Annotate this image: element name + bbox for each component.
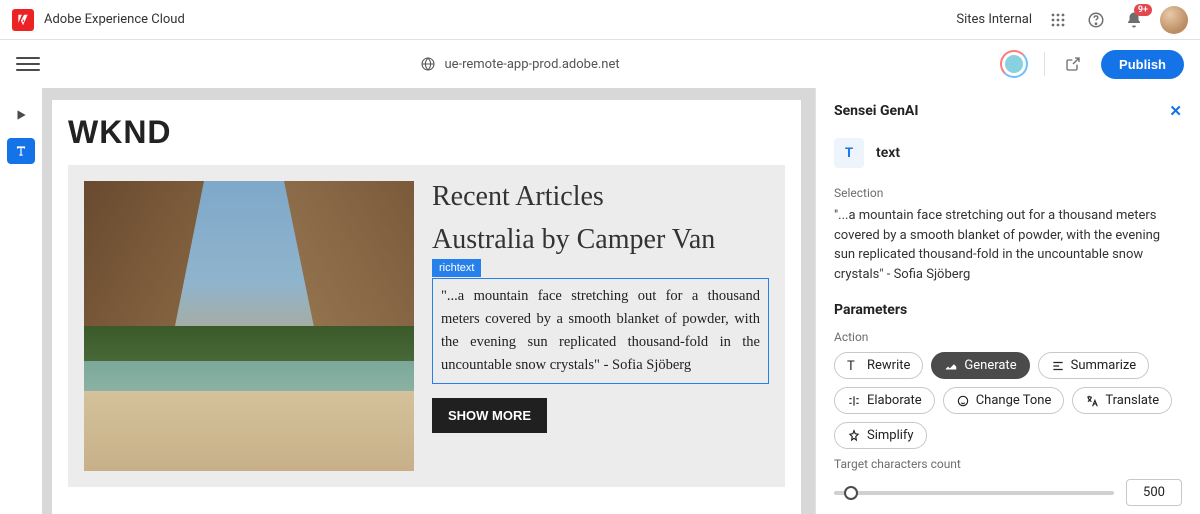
editor-canvas: WKND Recent Articles Australia by Camper…: [42, 88, 815, 514]
content-card: Recent Articles Australia by Camper Van …: [68, 165, 785, 487]
target-count-slider[interactable]: [834, 491, 1114, 495]
article-title: Australia by Camper Van: [432, 223, 769, 257]
selection-heading: Selection: [834, 186, 1182, 200]
preview-play-icon[interactable]: [7, 102, 35, 128]
product-name: Adobe Experience Cloud: [44, 12, 185, 27]
article-body-selected[interactable]: "...a mountain face stretching out for a…: [432, 278, 769, 385]
target-count-input[interactable]: 500: [1126, 479, 1182, 506]
topbar: Adobe Experience Cloud Sites Internal 9+: [0, 0, 1200, 40]
brand-logo-text: WKND: [68, 114, 785, 151]
sites-internal-label[interactable]: Sites Internal: [956, 12, 1032, 27]
component-label: text: [876, 145, 900, 161]
parameters-heading: Parameters: [834, 302, 1182, 318]
target-count-label: Target characters count: [834, 457, 1182, 471]
show-more-button[interactable]: SHOW MORE: [432, 398, 547, 433]
genai-panel: Sensei GenAI ✕ T text Selection "...a mo…: [815, 88, 1200, 514]
action-simplify[interactable]: Simplify: [834, 422, 927, 449]
text-type-icon: T: [834, 138, 864, 168]
hamburger-menu-icon[interactable]: [16, 52, 40, 76]
article-image: [84, 181, 414, 471]
notifications-icon[interactable]: 9+: [1122, 8, 1146, 32]
user-avatar[interactable]: [1160, 6, 1188, 34]
panel-title: Sensei GenAI: [834, 103, 918, 119]
globe-icon: [420, 56, 436, 72]
section-title: Recent Articles: [432, 181, 769, 213]
action-summarize[interactable]: Summarize: [1038, 352, 1150, 379]
richtext-tag[interactable]: richtext: [432, 259, 481, 277]
close-icon[interactable]: ✕: [1169, 102, 1182, 120]
action-rewrite[interactable]: TRewrite: [834, 352, 923, 379]
open-external-icon[interactable]: [1061, 52, 1085, 76]
action-change-tone[interactable]: Change Tone: [943, 387, 1065, 414]
text-component-icon[interactable]: [7, 138, 35, 164]
publish-button[interactable]: Publish: [1101, 50, 1184, 79]
action-label: Action: [834, 330, 1182, 344]
action-generate[interactable]: Generate: [931, 352, 1029, 379]
apps-grid-icon[interactable]: [1046, 8, 1070, 32]
adobe-logo: [12, 9, 34, 31]
selection-preview: "...a mountain face stretching out for a…: [834, 206, 1182, 284]
action-elaborate[interactable]: Elaborate: [834, 387, 935, 414]
left-rail: [0, 88, 42, 514]
help-icon[interactable]: [1084, 8, 1108, 32]
divider: [1044, 52, 1045, 76]
url-display: ue-remote-app-prod.adobe.net: [444, 57, 619, 72]
notification-badge: 9+: [1134, 4, 1152, 16]
action-translate[interactable]: Translate: [1072, 387, 1172, 414]
status-indicator[interactable]: [1000, 50, 1028, 78]
page-preview: WKND Recent Articles Australia by Camper…: [52, 100, 801, 514]
secondary-bar: ue-remote-app-prod.adobe.net Publish: [0, 40, 1200, 88]
